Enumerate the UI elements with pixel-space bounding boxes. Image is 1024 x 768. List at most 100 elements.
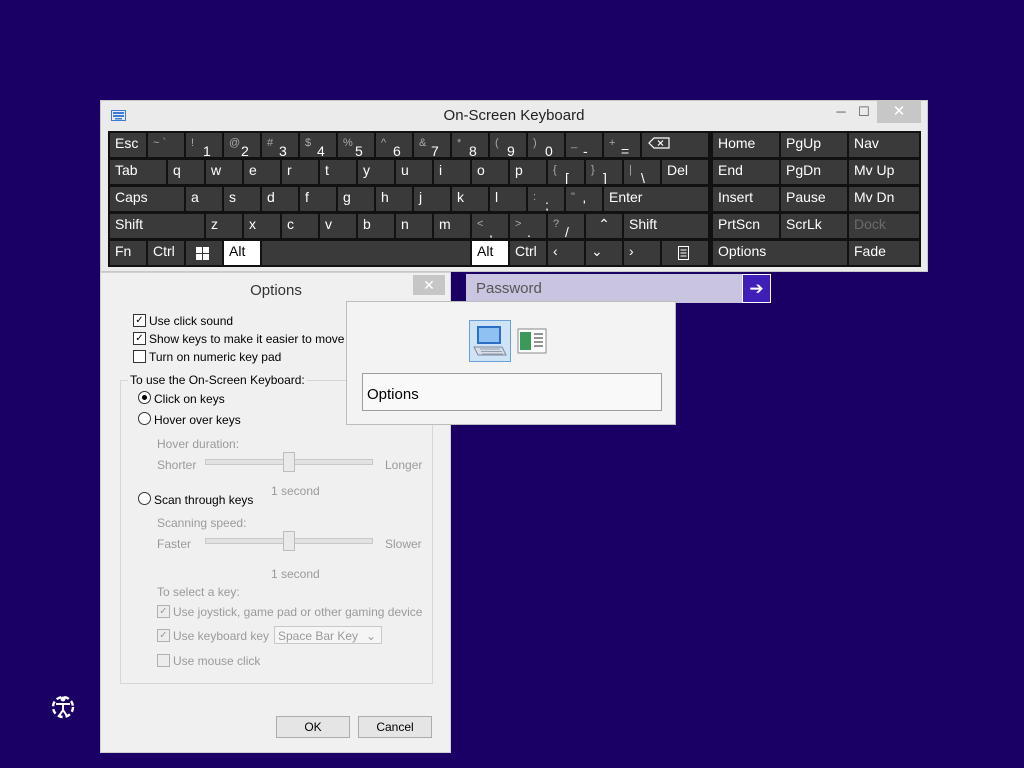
- key-k[interactable]: k: [452, 187, 488, 211]
- key-e[interactable]: e: [244, 160, 280, 184]
- key-2[interactable]: @2: [224, 133, 260, 157]
- key-3[interactable]: #3: [262, 133, 298, 157]
- key-d[interactable]: d: [262, 187, 298, 211]
- hover-over-keys-radio[interactable]: [138, 412, 151, 425]
- key-ctrl-right[interactable]: Ctrl: [510, 241, 546, 265]
- key-backspace[interactable]: [642, 133, 708, 157]
- key-z[interactable]: z: [206, 214, 242, 238]
- close-button[interactable]: ✕: [877, 101, 921, 123]
- key-w[interactable]: w: [206, 160, 242, 184]
- key-t[interactable]: t: [320, 160, 356, 184]
- scan-slider-thumb[interactable]: [283, 531, 295, 551]
- key-alt-right[interactable]: Alt: [472, 241, 508, 265]
- key-tab[interactable]: Tab: [110, 160, 166, 184]
- key-q[interactable]: q: [168, 160, 204, 184]
- key-0[interactable]: ) 0: [528, 133, 564, 157]
- click-sound-checkbox[interactable]: ✓: [133, 314, 146, 327]
- key-ctrl-left[interactable]: Ctrl: [148, 241, 184, 265]
- key-minus[interactable]: _ -: [566, 133, 602, 157]
- key-prtscn[interactable]: PrtScn: [713, 214, 779, 238]
- key-space[interactable]: [262, 241, 470, 265]
- keyboard-key-checkbox[interactable]: ✓: [157, 629, 170, 642]
- key-right[interactable]: ›: [624, 241, 660, 265]
- key-5[interactable]: % 5: [338, 133, 374, 157]
- key-fade[interactable]: Fade: [849, 241, 919, 265]
- ease-of-access-icon[interactable]: [49, 693, 77, 721]
- key-left[interactable]: ‹: [548, 241, 584, 265]
- key-end[interactable]: End: [713, 160, 779, 184]
- key-backslash[interactable]: | \: [624, 160, 660, 184]
- key-comma[interactable]: <,: [472, 214, 508, 238]
- key-menu[interactable]: [662, 241, 708, 265]
- key-fn[interactable]: Fn: [110, 241, 146, 265]
- key-options[interactable]: Options: [713, 241, 847, 265]
- key-f[interactable]: f: [300, 187, 336, 211]
- key-9[interactable]: (9: [490, 133, 526, 157]
- key-pause[interactable]: Pause: [781, 187, 847, 211]
- key-shift-left[interactable]: Shift: [110, 214, 204, 238]
- key-scrlk[interactable]: ScrLk: [781, 214, 847, 238]
- key-c[interactable]: c: [282, 214, 318, 238]
- joystick-checkbox[interactable]: ✓: [157, 605, 170, 618]
- key-g[interactable]: g: [338, 187, 374, 211]
- key-caps[interactable]: Caps: [110, 187, 184, 211]
- click-on-keys-radio[interactable]: [138, 391, 151, 404]
- key-u[interactable]: u: [396, 160, 432, 184]
- key-tilde[interactable]: ~ `: [148, 133, 184, 157]
- key-b[interactable]: b: [358, 214, 394, 238]
- show-keys-checkbox[interactable]: ✓: [133, 332, 146, 345]
- key-left-bracket[interactable]: {[: [548, 160, 584, 184]
- password-field[interactable]: Password: [466, 274, 742, 303]
- key-enter[interactable]: Enter: [604, 187, 708, 211]
- key-semicolon[interactable]: :;: [528, 187, 564, 211]
- key-dock[interactable]: Dock: [849, 214, 919, 238]
- key-quote[interactable]: " ': [566, 187, 602, 211]
- key-mv-dn[interactable]: Mv Dn: [849, 187, 919, 211]
- key-x[interactable]: x: [244, 214, 280, 238]
- minimize-button[interactable]: ─: [827, 101, 855, 123]
- key-y[interactable]: y: [358, 160, 394, 184]
- key-pgdn[interactable]: PgDn: [781, 160, 847, 184]
- key-home[interactable]: Home: [713, 133, 779, 157]
- key-l[interactable]: l: [490, 187, 526, 211]
- cancel-button[interactable]: Cancel: [358, 716, 432, 738]
- key-a[interactable]: a: [186, 187, 222, 211]
- key-8[interactable]: * 8: [452, 133, 488, 157]
- key-up[interactable]: ⌃: [586, 214, 622, 238]
- key-shift-right[interactable]: Shift: [624, 214, 708, 238]
- key-1[interactable]: ! 1: [186, 133, 222, 157]
- scan-through-keys-radio[interactable]: [138, 492, 151, 505]
- key-o[interactable]: o: [472, 160, 508, 184]
- key-windows[interactable]: [186, 241, 222, 265]
- key-insert[interactable]: Insert: [713, 187, 779, 211]
- document-view-tile[interactable]: [517, 328, 547, 354]
- key-pgup[interactable]: PgUp: [781, 133, 847, 157]
- key-del[interactable]: Del: [662, 160, 708, 184]
- key-esc[interactable]: Esc: [110, 133, 146, 157]
- key-6[interactable]: ^ 6: [376, 133, 412, 157]
- key-right-bracket[interactable]: }]: [586, 160, 622, 184]
- key-j[interactable]: j: [414, 187, 450, 211]
- maximize-button[interactable]: ☐: [855, 101, 873, 123]
- keyboard-key-select[interactable]: Space Bar Key ⌄: [274, 626, 382, 644]
- key-i[interactable]: i: [434, 160, 470, 184]
- key-v[interactable]: v: [320, 214, 356, 238]
- ok-button[interactable]: OK: [276, 716, 350, 738]
- key-n[interactable]: n: [396, 214, 432, 238]
- key-equals[interactable]: + =: [604, 133, 640, 157]
- options-link[interactable]: Options: [362, 373, 662, 411]
- key-slash[interactable]: ? /: [548, 214, 584, 238]
- keyboard-view-tile[interactable]: [469, 320, 511, 362]
- mouse-click-checkbox[interactable]: [157, 654, 170, 667]
- key-m[interactable]: m: [434, 214, 470, 238]
- submit-arrow-button[interactable]: ➔: [742, 274, 771, 303]
- hover-slider-thumb[interactable]: [283, 452, 295, 472]
- key-4[interactable]: $4: [300, 133, 336, 157]
- key-r[interactable]: r: [282, 160, 318, 184]
- close-button[interactable]: ✕: [413, 275, 445, 295]
- key-s[interactable]: s: [224, 187, 260, 211]
- key-h[interactable]: h: [376, 187, 412, 211]
- key-alt-left[interactable]: Alt: [224, 241, 260, 265]
- key-nav[interactable]: Nav: [849, 133, 919, 157]
- key-down[interactable]: ⌄: [586, 241, 622, 265]
